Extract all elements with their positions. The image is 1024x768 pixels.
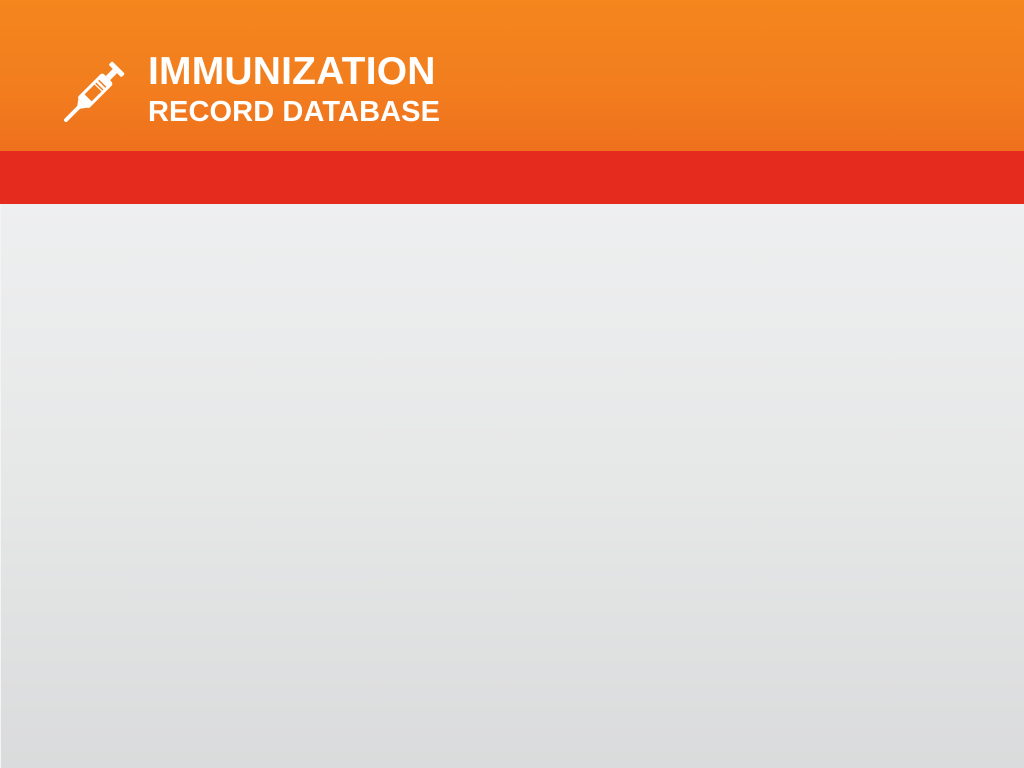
nav-band [0,151,1024,204]
app-title: IMMUNIZATION RECORD DATABASE [148,52,440,127]
app-title-line2: RECORD DATABASE [148,96,441,128]
main-content-area [0,204,1024,768]
app-header: IMMUNIZATION RECORD DATABASE [0,0,1024,151]
app-title-line1: IMMUNIZATION [148,50,436,93]
syringe-icon [62,52,134,124]
